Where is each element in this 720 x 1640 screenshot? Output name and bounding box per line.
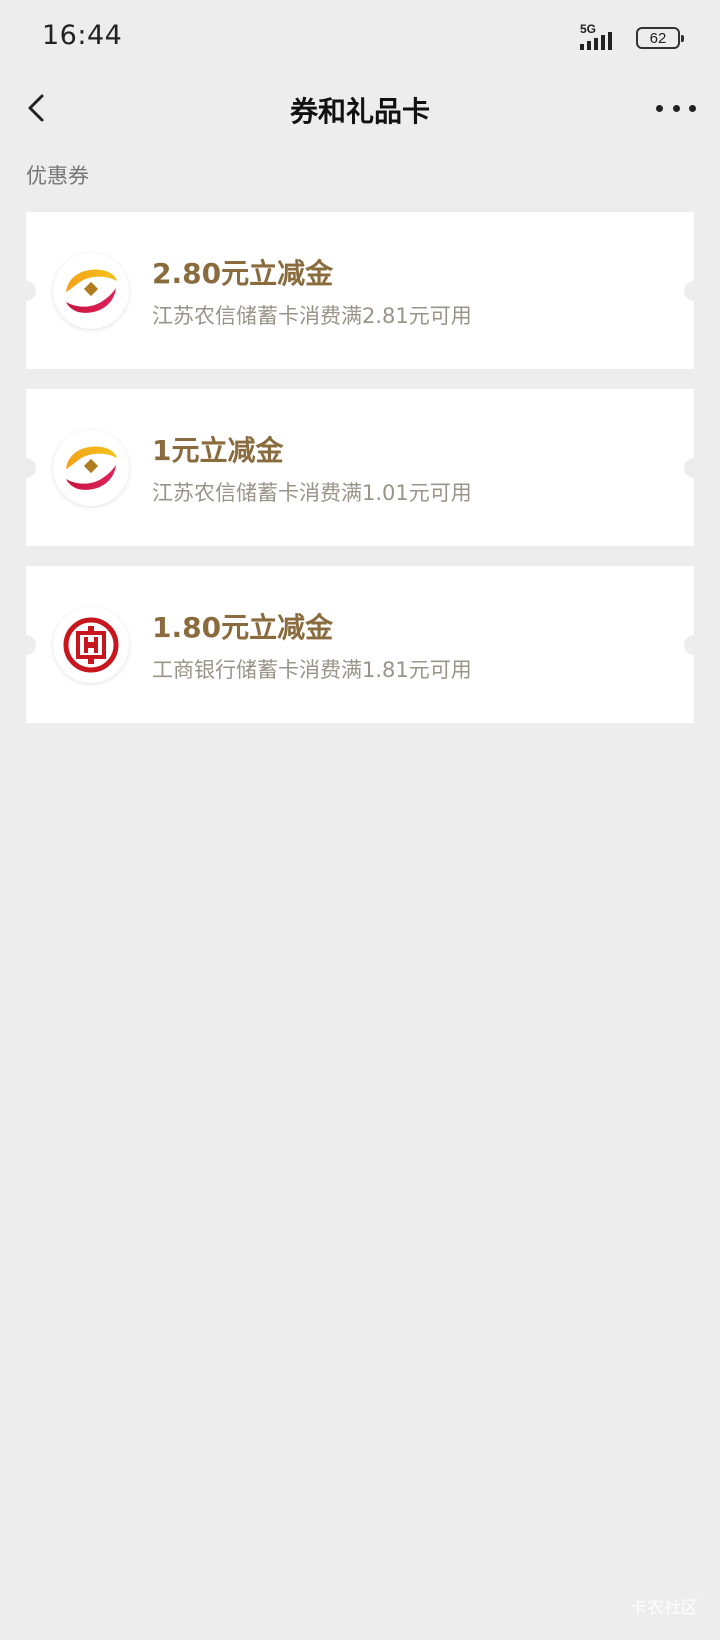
section-label: 优惠券 xyxy=(26,164,89,188)
page-title: 券和礼品卡 xyxy=(289,95,430,128)
status-time: 16:44 xyxy=(42,20,123,51)
coupon-amount: 1.80元立减金 xyxy=(152,611,334,644)
more-dots-icon xyxy=(656,104,663,112)
coupon-condition: 江苏农信储蓄卡消费满2.81元可用 xyxy=(152,304,472,328)
coupon-condition: 江苏农信储蓄卡消费满1.01元可用 xyxy=(152,481,472,505)
watermark: 卡农社区 xyxy=(630,1598,698,1618)
battery-level: 62 xyxy=(649,29,667,47)
nav-bar: 券和礼品卡 xyxy=(0,80,720,136)
jiangsu-rural-credit-logo xyxy=(53,253,129,329)
more-button[interactable] xyxy=(656,94,696,122)
battery-icon: 62 xyxy=(636,27,684,49)
coupon-card[interactable]: 1.80元立减金 工商银行储蓄卡消费满1.81元可用 xyxy=(16,566,704,723)
status-bar: 16:44 5G 62 xyxy=(0,0,720,80)
coupon-amount: 1元立减金 xyxy=(152,434,284,467)
signal-icon: 5G xyxy=(580,22,626,52)
coupon-card[interactable]: 2.80元立减金 江苏农信储蓄卡消费满2.81元可用 xyxy=(16,212,704,369)
jiangsu-rural-credit-logo xyxy=(53,430,129,506)
coupon-condition: 工商银行储蓄卡消费满1.81元可用 xyxy=(152,658,472,682)
coupon-card[interactable]: 1元立减金 江苏农信储蓄卡消费满1.01元可用 xyxy=(16,389,704,546)
icbc-logo xyxy=(53,607,129,683)
status-icons: 5G 62 xyxy=(580,22,684,52)
coupon-amount: 2.80元立减金 xyxy=(152,257,334,290)
